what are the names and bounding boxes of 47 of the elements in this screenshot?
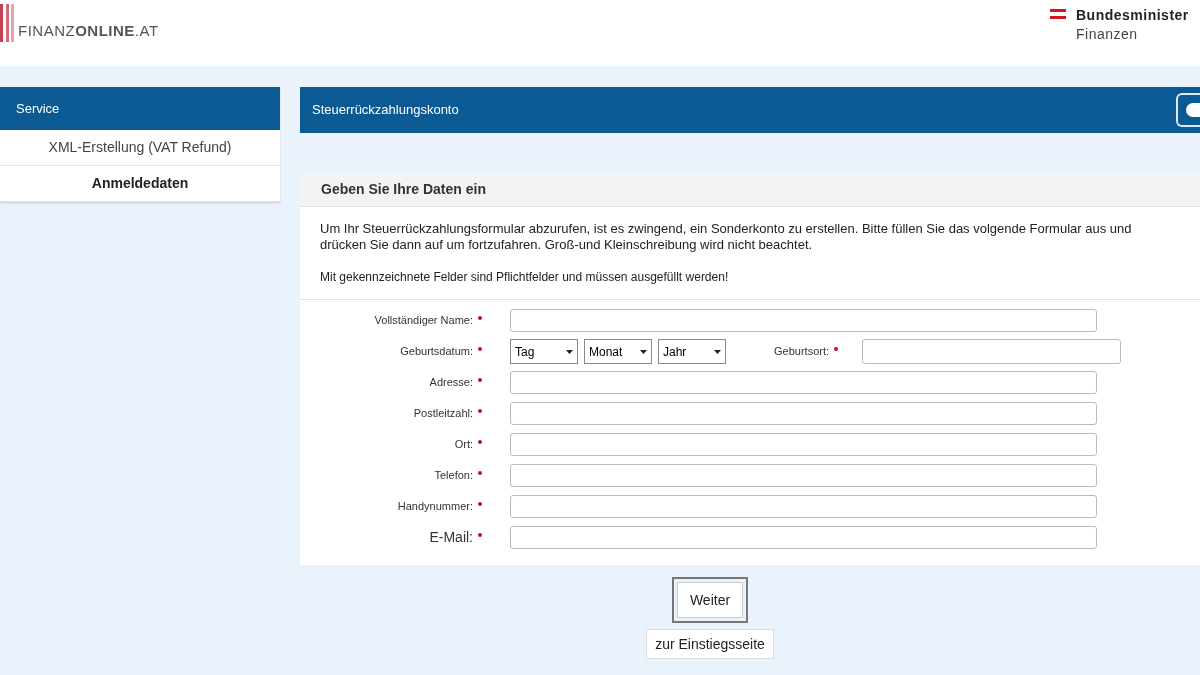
field-label: E-Mail: xyxy=(429,528,473,547)
sidebar-item[interactable]: Anmeldedaten xyxy=(0,166,280,202)
caret-icon xyxy=(714,349,721,354)
dropdown-select[interactable]: Tag xyxy=(510,339,578,364)
caret-icon xyxy=(640,349,647,354)
ministry-name: Bundesminister xyxy=(1076,6,1189,25)
required-mark-icon xyxy=(478,470,482,475)
sidebar-header: Service xyxy=(0,87,280,130)
required-mark-icon xyxy=(478,532,482,537)
text-field[interactable] xyxy=(862,339,1122,364)
dropdown-select[interactable]: Monat xyxy=(584,339,652,364)
text-field[interactable] xyxy=(510,433,1097,456)
required-mark-icon xyxy=(478,315,482,320)
dropdown-select[interactable]: Jahr xyxy=(658,339,726,364)
continue-button[interactable]: Weiter xyxy=(676,582,744,618)
field-label: Vollständiger Name: xyxy=(374,313,473,329)
sidebar-item[interactable]: XML-Erstellung (VAT Refund) xyxy=(0,130,280,166)
required-note: Mit gekennzeichnete Felder sind Pflichtfelder und müssen ausgefüllt werden! xyxy=(320,269,730,285)
text-field[interactable] xyxy=(510,495,1097,518)
ministry-name: Finanzen xyxy=(1076,25,1139,44)
text-field[interactable] xyxy=(510,464,1097,487)
field-label: Geburtsdatum: xyxy=(400,344,473,360)
field-label: Geburtsort: xyxy=(774,344,830,360)
text-field[interactable] xyxy=(510,309,1097,332)
required-mark-icon xyxy=(478,408,482,413)
field-label: Ort: xyxy=(454,437,473,453)
field-label: Telefon: xyxy=(434,468,473,484)
text-field[interactable] xyxy=(510,371,1097,394)
header-button[interactable] xyxy=(1176,93,1200,127)
required-mark-icon xyxy=(478,501,482,506)
required-mark-icon xyxy=(478,439,482,444)
panel-title: Steuerrückzahlungskonto xyxy=(312,101,459,120)
required-mark-icon xyxy=(478,346,482,351)
caret-icon xyxy=(566,349,573,354)
text-field[interactable] xyxy=(510,526,1097,549)
card-header: Geben Sie Ihre Daten ein xyxy=(300,173,1200,207)
field-label: Handynummer: xyxy=(397,499,473,515)
text-field[interactable] xyxy=(510,402,1097,425)
home-button[interactable]: zur Einstiegsseite xyxy=(646,629,774,659)
intro-text: Um Ihr Steuerrückzahlungsformular abzurufen, ist es zwingend, ein Sonderkonto zu erstellen. Bitte füllen Sie das volgende Formular aus und drücken Sie dann auf um fortzufahren. Groß-und Kleinschreibung wird nicht beachtet. xyxy=(320,221,1133,253)
logo-text[interactable]: FINANZONLINE.AT xyxy=(18,19,159,42)
field-label: Adresse: xyxy=(429,375,473,391)
field-label: Postleitzahl: xyxy=(413,406,473,422)
required-mark-icon xyxy=(478,377,482,382)
flag-icon xyxy=(1050,9,1066,19)
bars-icon xyxy=(0,4,14,42)
required-mark-icon xyxy=(834,346,839,351)
